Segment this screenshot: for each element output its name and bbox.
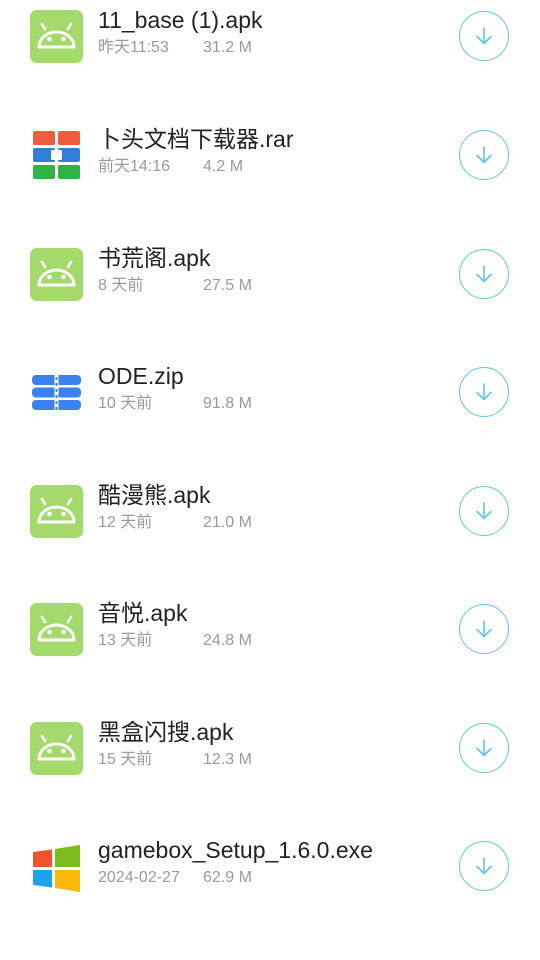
- android-icon: [30, 603, 83, 656]
- file-size: 21.0 M: [203, 514, 252, 531]
- download-arrow-icon: [476, 620, 492, 638]
- file-name: gamebox_Setup_1.6.0.exe: [98, 837, 373, 863]
- download-button[interactable]: [459, 11, 509, 61]
- file-size: 91.8 M: [203, 395, 252, 412]
- file-name: 卜头文档下载器.rar: [98, 126, 294, 152]
- download-button[interactable]: [459, 486, 509, 536]
- archive-icon: [30, 129, 83, 182]
- list-item[interactable]: 黑盒闪搜.apk 15 天前 12.3 M: [0, 710, 540, 828]
- download-button[interactable]: [459, 130, 509, 180]
- list-item[interactable]: 酷漫熊.apk 12 天前 21.0 M: [0, 473, 540, 591]
- download-button[interactable]: [459, 249, 509, 299]
- android-icon: [30, 722, 83, 775]
- file-date: 8 天前: [98, 277, 144, 294]
- download-arrow-icon: [476, 27, 492, 45]
- list-item[interactable]: 卜头文档下载器.rar 前天14:16 4.2 M: [0, 117, 540, 235]
- download-button[interactable]: [459, 723, 509, 773]
- list-item[interactable]: 音悦.apk 13 天前 24.8 M: [0, 591, 540, 709]
- download-arrow-icon: [476, 857, 492, 875]
- file-name: 酷漫熊.apk: [98, 482, 211, 508]
- file-date: 2024-02-27: [98, 869, 180, 886]
- file-name: ODE.zip: [98, 363, 184, 389]
- file-date: 13 天前: [98, 632, 153, 649]
- download-arrow-icon: [476, 383, 492, 401]
- list-item[interactable]: gamebox_Setup_1.6.0.exe 2024-02-27 62.9 …: [0, 828, 540, 946]
- file-size: 12.3 M: [203, 751, 252, 768]
- file-date: 昨天11:53: [98, 39, 169, 56]
- file-list: 11_base (1).apk 昨天11:53 31.2 M 卜头文档下载器.r…: [0, 0, 540, 960]
- list-item[interactable]: 11_base (1).apk 昨天11:53 31.2 M: [0, 0, 540, 116]
- list-item[interactable]: ODE.zip 10 天前 91.8 M: [0, 354, 540, 472]
- android-icon: [30, 485, 83, 538]
- file-date: 前天14:16: [98, 158, 171, 175]
- file-name: 11_base (1).apk: [98, 7, 263, 33]
- download-arrow-icon: [476, 265, 492, 283]
- download-arrow-icon: [476, 502, 492, 520]
- windows-icon: [30, 840, 83, 893]
- download-button[interactable]: [459, 367, 509, 417]
- android-icon: [30, 248, 83, 301]
- file-size: 27.5 M: [203, 277, 252, 294]
- file-size: 31.2 M: [203, 39, 252, 56]
- file-date: 15 天前: [98, 751, 153, 768]
- file-size: 24.8 M: [203, 632, 252, 649]
- file-size: 62.9 M: [203, 869, 252, 886]
- android-icon: [30, 10, 83, 63]
- download-arrow-icon: [476, 739, 492, 757]
- download-button[interactable]: [459, 604, 509, 654]
- file-name: 音悦.apk: [98, 600, 188, 626]
- file-name: 黑盒闪搜.apk: [98, 719, 234, 745]
- list-item[interactable]: 书荒阁.apk 8 天前 27.5 M: [0, 236, 540, 354]
- download-button[interactable]: [459, 841, 509, 891]
- file-date: 10 天前: [98, 395, 153, 412]
- file-name: 书荒阁.apk: [98, 245, 211, 271]
- file-date: 12 天前: [98, 514, 153, 531]
- file-size: 4.2 M: [203, 158, 244, 175]
- zip-icon: [30, 366, 83, 419]
- download-arrow-icon: [476, 146, 492, 164]
